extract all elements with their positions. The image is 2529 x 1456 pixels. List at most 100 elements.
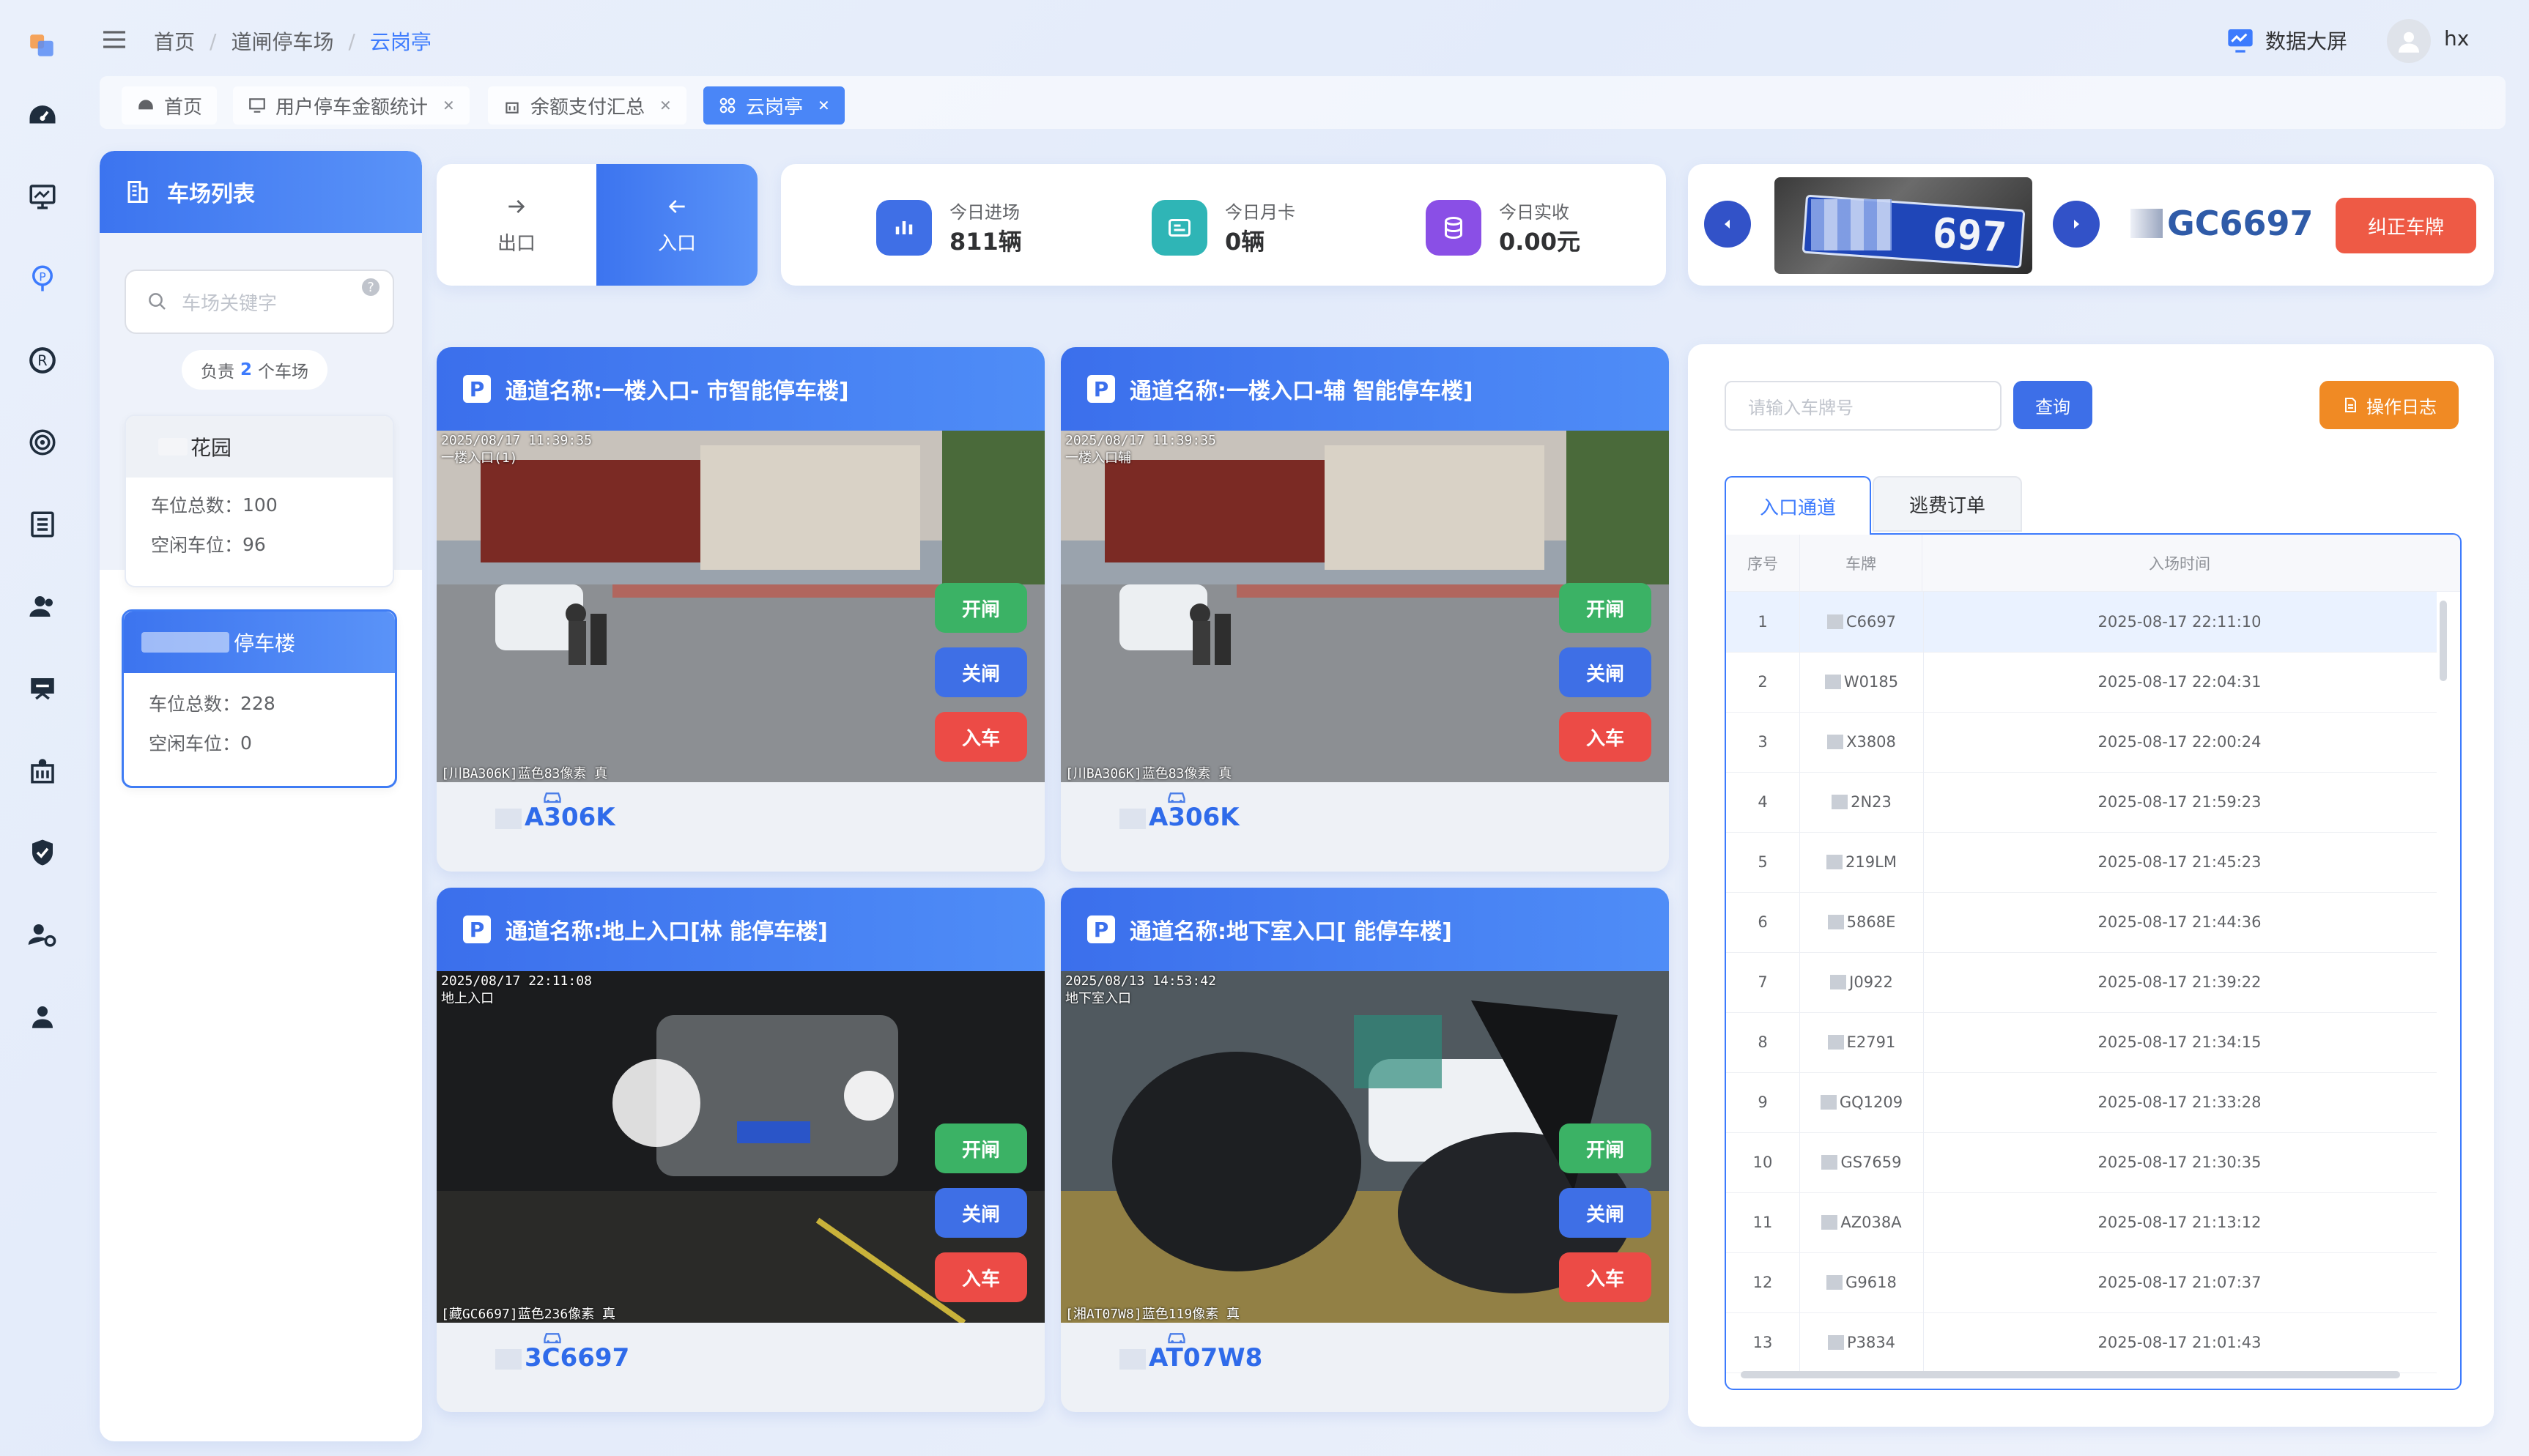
operation-log-button[interactable]: 操作日志 — [2319, 381, 2459, 429]
charge-count-badge: 负责 2 个车场 — [182, 350, 328, 390]
register-icon[interactable]: R — [22, 340, 63, 381]
close-icon[interactable]: ✕ — [659, 97, 672, 114]
tab-entrance-channel[interactable]: 入口通道 — [1725, 476, 1871, 535]
open-gate-button[interactable]: 开闸 — [935, 1123, 1027, 1173]
breadcrumb-parking[interactable]: 道闸停车场 — [231, 26, 333, 56]
lot-list-panel: 车场列表 车场关键字 ? 负责 2 个车场 花园 车位总数： 100 空闲车位： 96 … — [100, 151, 422, 1441]
monitor-icon[interactable] — [22, 176, 63, 217]
open-gate-button[interactable]: 开闸 — [935, 583, 1027, 633]
shield-icon[interactable] — [22, 832, 63, 873]
camera-caption: [湘AT07W8]蓝色119像素 真 — [1065, 1307, 1240, 1322]
dashboard-icon[interactable] — [22, 95, 63, 136]
row-plate: AZ038A — [1799, 1192, 1924, 1252]
camera-view: 2025/08/17 22:11:08 地上入口 [藏GC6697]蓝色236像素… — [437, 971, 1045, 1323]
channel-title: 通道名称:一楼入口-辅 智能停车楼] — [1130, 379, 1473, 404]
exit-button[interactable]: 出口 — [437, 164, 596, 286]
table-row[interactable]: 5 219LM 2025-08-17 21:45:23 — [1726, 832, 2437, 893]
help-icon[interactable]: ? — [362, 278, 379, 296]
row-entry-time: 2025-08-17 21:33:28 — [2097, 1093, 2262, 1111]
parking-icon: P — [463, 375, 491, 403]
menu-toggle-icon[interactable] — [100, 25, 129, 54]
close-icon[interactable]: ✕ — [818, 97, 830, 114]
users-icon[interactable] — [22, 586, 63, 627]
user-settings-icon[interactable] — [22, 914, 63, 955]
row-index: 3 — [1758, 733, 1768, 751]
channel-title: 通道名称:地上入口[林 能停车楼] — [506, 919, 828, 945]
row-entry-time: 2025-08-17 22:00:24 — [2097, 733, 2262, 751]
building-icon — [506, 102, 519, 114]
close-gate-button[interactable]: 关闸 — [935, 1188, 1027, 1238]
lot-search-input[interactable]: 车场关键字 ? — [125, 270, 394, 334]
avatar[interactable] — [2387, 19, 2431, 63]
table-row[interactable]: 13 P3834 2025-08-17 21:01:43 — [1726, 1312, 2437, 1373]
table-row[interactable]: 11 AZ038A 2025-08-17 21:13:12 — [1726, 1192, 2437, 1253]
grid-icon — [719, 97, 736, 114]
tab-cloud-booth[interactable]: 云岗亭 ✕ — [703, 86, 845, 125]
lot-total: 车位总数： 100 — [151, 494, 278, 517]
building-icon[interactable] — [22, 750, 63, 791]
lot-free: 空闲车位： 96 — [151, 533, 266, 557]
row-entry-time: 2025-08-17 22:04:31 — [2097, 673, 2262, 691]
tab-balance-summary[interactable]: 余额支付汇总 ✕ — [488, 86, 686, 125]
close-gate-button[interactable]: 关闸 — [1559, 1188, 1651, 1238]
data-screen-button[interactable]: 数据大屏 — [2226, 23, 2347, 57]
table-row[interactable]: 8 E2791 2025-08-17 21:34:15 — [1726, 1012, 2437, 1073]
channel-card: P 通道名称:地下室入口[ 能停车楼] 2025/08/13 14:53:42 地… — [1061, 888, 1669, 1412]
breadcrumb-home[interactable]: 首页 — [154, 26, 195, 56]
table-row[interactable]: 10 GS7659 2025-08-17 21:30:35 — [1726, 1132, 2437, 1193]
row-entry-time: 2025-08-17 21:34:15 — [2097, 1033, 2262, 1051]
row-entry-time: 2025-08-17 21:01:43 — [2097, 1334, 2262, 1351]
car-enter-button[interactable]: 入车 — [935, 1252, 1027, 1302]
car-enter-button[interactable]: 入车 — [1559, 712, 1651, 762]
stat-today-monthly: 今日月卡 0辆 — [1152, 198, 1295, 257]
next-plate-button[interactable] — [2053, 201, 2100, 248]
close-gate-button[interactable]: 关闸 — [1559, 647, 1651, 697]
list-icon[interactable] — [22, 504, 63, 545]
row-entry-time: 2025-08-17 21:30:35 — [2097, 1154, 2262, 1171]
table-row[interactable]: 3 X3808 2025-08-17 22:00:24 — [1726, 712, 2437, 773]
plate-search-input[interactable]: 请输入车牌号 — [1725, 381, 2002, 431]
table-row[interactable]: 7 J0922 2025-08-17 21:39:22 — [1726, 952, 2437, 1013]
table-row[interactable]: 1 C6697 2025-08-17 22:11:10 — [1726, 592, 2437, 653]
table-row[interactable]: 12 G9618 2025-08-17 21:07:37 — [1726, 1252, 2437, 1313]
table-row[interactable]: 2 W0185 2025-08-17 22:04:31 — [1726, 652, 2437, 713]
prev-plate-button[interactable] — [1704, 201, 1751, 248]
car-enter-button[interactable]: 入车 — [1559, 1252, 1651, 1302]
close-gate-button[interactable]: 关闸 — [935, 647, 1027, 697]
lot-card[interactable]: 花园 车位总数： 100 空闲车位： 96 — [125, 415, 394, 587]
username[interactable]: hx — [2444, 26, 2469, 51]
correct-plate-button[interactable]: 纠正车牌 — [2336, 198, 2476, 253]
channel-plate: AT07W8 — [1119, 1343, 1262, 1373]
row-index: 13 — [1752, 1334, 1773, 1351]
tab-home[interactable]: 首页 — [122, 86, 218, 125]
parking-icon[interactable]: P — [22, 258, 63, 299]
screen-icon[interactable] — [22, 668, 63, 709]
plate-text: GC6697 — [2130, 204, 2314, 243]
camera-timestamp: 2025/08/17 11:39:35 一楼入口辅 — [1065, 433, 1216, 466]
query-button[interactable]: 查询 — [2013, 381, 2092, 429]
car-enter-button[interactable]: 入车 — [935, 712, 1027, 762]
open-gate-button[interactable]: 开闸 — [1559, 1123, 1651, 1173]
entrance-button[interactable]: 入口 — [596, 164, 758, 286]
target-icon[interactable] — [22, 422, 63, 463]
vertical-scrollbar[interactable] — [2440, 601, 2447, 681]
tab-evasion-orders[interactable]: 逃费订单 — [1873, 476, 2022, 532]
breadcrumb: 首页 / 道闸停车场 / 云岗亭 — [154, 26, 432, 56]
channel-title: 通道名称:一楼入口- 市智能停车楼] — [506, 379, 849, 404]
svg-text:P: P — [39, 270, 46, 284]
camera-timestamp: 2025/08/13 14:53:42 地下室入口 — [1065, 973, 1216, 1006]
tab-parking-fee-stats[interactable]: 用户停车金额统计 ✕ — [233, 86, 470, 125]
horizontal-scrollbar[interactable] — [1741, 1371, 2400, 1378]
admin-icon[interactable] — [22, 996, 63, 1037]
row-index: 9 — [1758, 1093, 1768, 1111]
row-plate: 5868E — [1799, 892, 1924, 952]
table-row[interactable]: 4 2N23 2025-08-17 21:59:23 — [1726, 772, 2437, 833]
close-icon[interactable]: ✕ — [443, 97, 455, 114]
row-plate: P3834 — [1799, 1312, 1924, 1373]
stats-panel: 今日进场 811辆 今日月卡 0辆 今日实收 0.00元 — [781, 164, 1666, 286]
triangle-right-icon — [2074, 220, 2079, 229]
table-row[interactable]: 9 GQ1209 2025-08-17 21:33:28 — [1726, 1072, 2437, 1133]
lot-card-selected[interactable]: 停车楼 车位总数： 228 空闲车位： 0 — [122, 609, 397, 788]
open-gate-button[interactable]: 开闸 — [1559, 583, 1651, 633]
table-row[interactable]: 6 5868E 2025-08-17 21:44:36 — [1726, 892, 2437, 953]
